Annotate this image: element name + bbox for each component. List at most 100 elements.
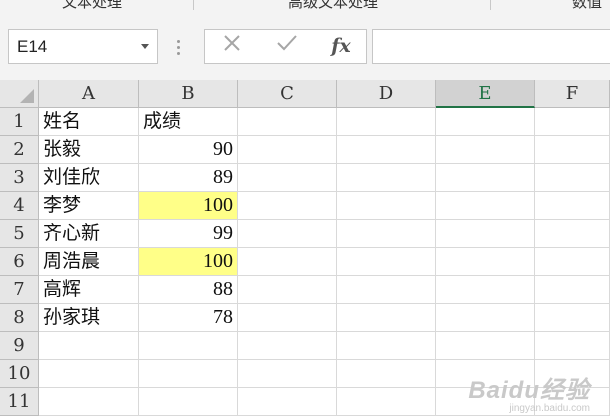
cell-d7[interactable] — [337, 276, 436, 304]
cell-b6[interactable]: 100 — [139, 248, 238, 276]
cell-b2[interactable]: 90 — [139, 136, 238, 164]
cell-e5[interactable] — [436, 220, 535, 248]
cell-c7[interactable] — [238, 276, 337, 304]
cell-d10[interactable] — [337, 360, 436, 388]
cell-b10[interactable] — [139, 360, 238, 388]
cell-f8[interactable] — [535, 304, 610, 332]
cell-b8[interactable]: 78 — [139, 304, 238, 332]
cell-f7[interactable] — [535, 276, 610, 304]
ribbon-group-advanced-text: 高级文本处理 — [288, 0, 379, 11]
cell-f4[interactable] — [535, 192, 610, 220]
cell-c10[interactable] — [238, 360, 337, 388]
cell-f1[interactable] — [535, 108, 610, 136]
cell-a4[interactable]: 李梦 — [39, 192, 139, 220]
cell-b3[interactable]: 89 — [139, 164, 238, 192]
watermark-logo: Baidu经验 — [468, 377, 590, 404]
cell-a3[interactable]: 刘佳欣 — [39, 164, 139, 192]
column-header-b[interactable]: B — [139, 80, 238, 108]
cell-d2[interactable] — [337, 136, 436, 164]
column-header-d[interactable]: D — [337, 80, 436, 108]
select-all-button[interactable] — [0, 80, 39, 108]
formula-buttons: fx — [204, 29, 367, 64]
row-header-9[interactable]: 9 — [0, 332, 39, 360]
cell-a10[interactable] — [39, 360, 139, 388]
cell-f6[interactable] — [535, 248, 610, 276]
cell-c5[interactable] — [238, 220, 337, 248]
chevron-down-icon[interactable] — [141, 44, 149, 49]
insert-function-button[interactable]: fx — [321, 32, 361, 61]
name-box[interactable]: E14 — [8, 29, 158, 64]
column-header-c[interactable]: C — [238, 80, 337, 108]
ribbon-separator — [490, 0, 491, 10]
cell-c8[interactable] — [238, 304, 337, 332]
column-header-e[interactable]: E — [436, 80, 535, 108]
cell-f9[interactable] — [535, 332, 610, 360]
drag-handle-icon[interactable] — [177, 38, 180, 56]
cell-a5[interactable]: 齐心新 — [39, 220, 139, 248]
cell-e3[interactable] — [436, 164, 535, 192]
cell-b1[interactable]: 成绩 — [139, 108, 238, 136]
worksheet-grid: A B C D E F 1 2 3 4 5 6 7 8 9 10 11 姓名 成绩… — [0, 80, 610, 420]
cell-c6[interactable] — [238, 248, 337, 276]
checkmark-icon[interactable] — [267, 32, 307, 61]
cell-a1[interactable]: 姓名 — [39, 108, 139, 136]
row-header-6[interactable]: 6 — [0, 248, 39, 276]
cell-a2[interactable]: 张毅 — [39, 136, 139, 164]
row-header-11[interactable]: 11 — [0, 388, 39, 416]
formula-input[interactable] — [372, 29, 610, 64]
cell-c1[interactable] — [238, 108, 337, 136]
cell-b5[interactable]: 99 — [139, 220, 238, 248]
cell-e7[interactable] — [436, 276, 535, 304]
cell-d8[interactable] — [337, 304, 436, 332]
cell-d1[interactable] — [337, 108, 436, 136]
cell-a9[interactable] — [39, 332, 139, 360]
cell-c4[interactable] — [238, 192, 337, 220]
row-header-10[interactable]: 10 — [0, 360, 39, 388]
row-header-8[interactable]: 8 — [0, 304, 39, 332]
column-header-a[interactable]: A — [39, 80, 139, 108]
cell-f2[interactable] — [535, 136, 610, 164]
row-header-5[interactable]: 5 — [0, 220, 39, 248]
row-header-7[interactable]: 7 — [0, 276, 39, 304]
cell-e4[interactable] — [436, 192, 535, 220]
cell-f5[interactable] — [535, 220, 610, 248]
cell-e1[interactable] — [436, 108, 535, 136]
cell-e6[interactable] — [436, 248, 535, 276]
cell-d5[interactable] — [337, 220, 436, 248]
cell-b7[interactable]: 88 — [139, 276, 238, 304]
cell-b4[interactable]: 100 — [139, 192, 238, 220]
cell-e9[interactable] — [436, 332, 535, 360]
cell-c11[interactable] — [238, 388, 337, 416]
cell-e2[interactable] — [436, 136, 535, 164]
cell-e8[interactable] — [436, 304, 535, 332]
cell-a8[interactable]: 孙家琪 — [39, 304, 139, 332]
ribbon-group-numbers: 数值 — [572, 0, 603, 11]
ribbon-group-text-processing: 文本处理 — [62, 0, 123, 11]
cell-b11[interactable] — [139, 388, 238, 416]
formula-bar: E14 fx — [0, 14, 610, 80]
cell-a7[interactable]: 高辉 — [39, 276, 139, 304]
row-header-4[interactable]: 4 — [0, 192, 39, 220]
row-header-2[interactable]: 2 — [0, 136, 39, 164]
cell-d9[interactable] — [337, 332, 436, 360]
cell-d4[interactable] — [337, 192, 436, 220]
select-all-icon — [20, 89, 34, 103]
cell-d3[interactable] — [337, 164, 436, 192]
cell-d6[interactable] — [337, 248, 436, 276]
name-box-value: E14 — [17, 37, 48, 56]
row-header-3[interactable]: 3 — [0, 164, 39, 192]
cell-c9[interactable] — [238, 332, 337, 360]
ribbon-group-labels: 文本处理 高级文本处理 数值 — [0, 0, 610, 15]
cancel-x-icon[interactable] — [212, 32, 252, 61]
cell-a6[interactable]: 周浩晨 — [39, 248, 139, 276]
watermark: Baidu经验 jingyan.baidu.com — [468, 370, 590, 414]
column-header-f[interactable]: F — [535, 80, 610, 108]
row-header-1[interactable]: 1 — [0, 108, 39, 136]
cell-b9[interactable] — [139, 332, 238, 360]
cell-d11[interactable] — [337, 388, 436, 416]
cell-c3[interactable] — [238, 164, 337, 192]
cell-f3[interactable] — [535, 164, 610, 192]
ribbon-separator — [193, 0, 194, 10]
cell-c2[interactable] — [238, 136, 337, 164]
cell-a11[interactable] — [39, 388, 139, 416]
